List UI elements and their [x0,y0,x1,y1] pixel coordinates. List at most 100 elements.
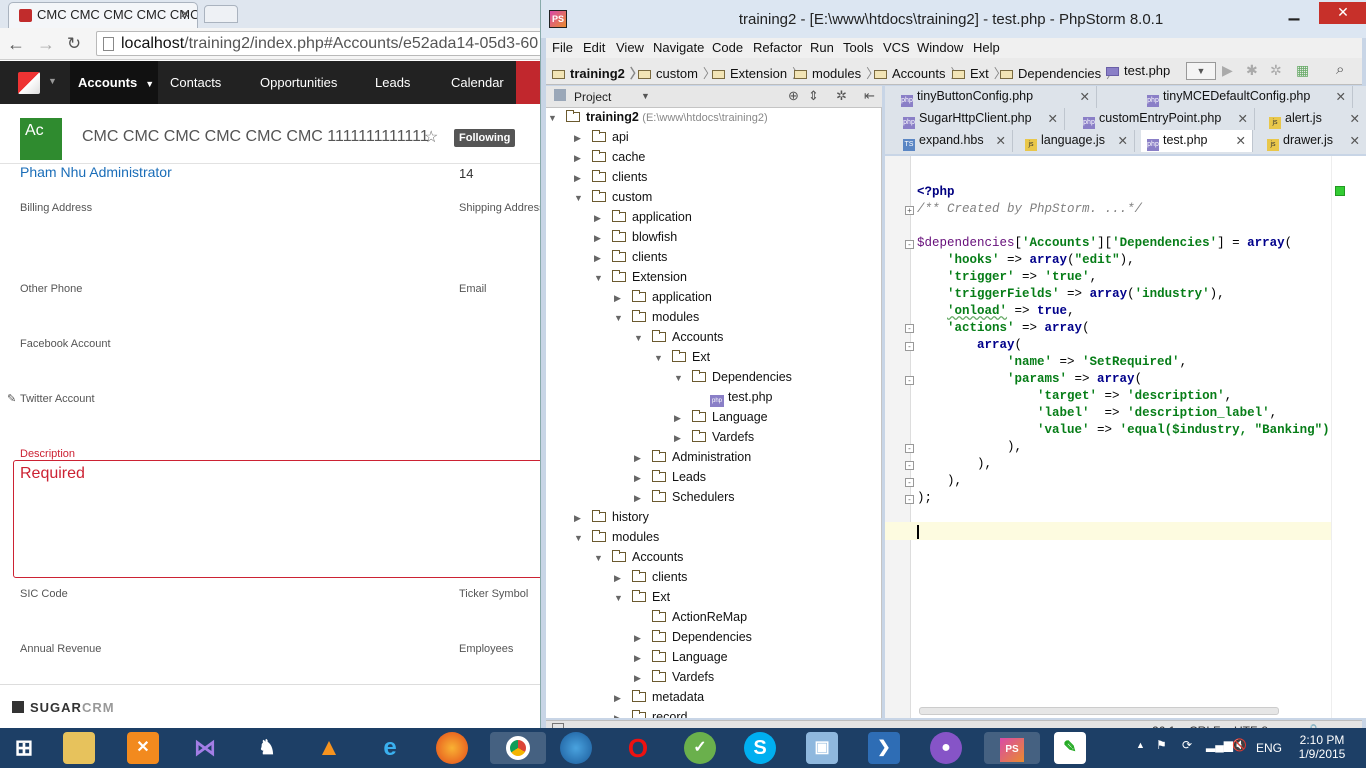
clock[interactable]: 2:10 PM 1/9/2015 [1296,733,1348,761]
file-explorer-icon[interactable] [63,732,95,764]
editor-tab[interactable]: php tinyButtonConfig.php ✕ [895,86,1097,108]
close-icon[interactable]: ✕ [996,133,1006,148]
virtualbox-icon[interactable]: ▣ [806,732,838,764]
menu-run[interactable]: Run [810,40,834,55]
chevron-down-icon[interactable]: ▼ [641,91,650,101]
fold-collapse-icon[interactable]: - [905,376,914,385]
tree-node[interactable]: ▶ Schedulers [634,490,735,510]
firefox-icon[interactable] [436,732,468,764]
sync-icon[interactable]: ⟳ [1182,738,1192,752]
search-icon[interactable]: ⌕ [1336,61,1344,78]
editor-tab[interactable]: php customEntryPoint.php ✕ [1077,108,1255,130]
coverage-icon[interactable]: ✲ [1270,62,1282,79]
debug-icon[interactable]: ✱ [1246,62,1258,79]
tree-node[interactable]: ▶ Vardefs [674,430,754,450]
visual-studio-icon[interactable]: ⋈ [189,732,221,764]
following-button[interactable]: Following [454,129,516,147]
scroll-from-source-icon[interactable]: ⊕ [788,88,799,104]
tree-node[interactable]: ▼ modules [614,310,699,330]
skype-icon[interactable]: S [744,732,776,764]
run-icon[interactable]: ▶ [1222,62,1233,79]
forward-arrow-icon[interactable]: → [36,34,56,55]
menu-edit[interactable]: Edit [583,40,605,55]
menu-tools[interactable]: Tools [843,40,873,55]
nav-accounts[interactable]: Accounts ▼ [70,61,158,104]
tree-node[interactable]: ▶ cache [574,150,645,170]
opera-icon[interactable]: O [622,732,654,764]
hide-panel-icon[interactable]: ⇤ [864,88,875,104]
nav-overflow-tab[interactable] [516,61,540,104]
minimize-icon[interactable]: ▁ [1279,2,1309,24]
horizontal-scrollbar[interactable] [919,707,1279,715]
close-icon[interactable]: ✕ [1336,89,1346,104]
code-content[interactable]: <?php /** Created by PhpStorm. ...*/ $de… [917,184,1345,541]
signal-icon[interactable]: ▂▄▆ [1206,738,1233,752]
tree-node[interactable]: ActionReMap [634,610,747,630]
tree-node[interactable]: ▶ application [614,290,712,310]
editor-tab[interactable]: php tinyMCEDefaultConfig.php ✕ [1141,86,1353,108]
code-editor[interactable]: + - - - - - - - - <?php /** Created by P… [885,156,1366,718]
back-arrow-icon[interactable]: ← [6,34,26,55]
editor-tab-active[interactable]: php test.php ✕ [1141,130,1253,152]
address-bar[interactable]: localhost/training2/index.php#Accounts/e… [96,31,540,56]
greenshot-icon[interactable]: ✓ [684,732,716,764]
menu-refactor[interactable]: Refactor [753,40,802,55]
editor-tab[interactable]: js drawer.js ✕ [1261,130,1366,152]
close-icon[interactable]: ✕ [1350,133,1360,148]
menu-vcs[interactable]: VCS [883,40,910,55]
tree-node[interactable]: ▼ Ext [654,350,710,370]
fold-end-icon[interactable]: - [905,444,914,453]
tree-node[interactable]: ▶ Vardefs [634,670,714,690]
pencil-icon[interactable]: ✎ [7,392,16,405]
sdk-icon[interactable]: ▦ [1296,62,1309,79]
tree-root[interactable]: ▼ training2 (E:\www\htdocs\training2) [548,110,768,130]
menu-code[interactable]: Code [712,40,743,55]
safari-icon[interactable] [560,732,592,764]
tree-node[interactable]: ▶ blowfish [594,230,677,250]
menu-navigate[interactable]: Navigate [653,40,704,55]
powershell-icon[interactable]: ❯ [868,732,900,764]
close-icon[interactable]: ✕ [1350,111,1360,126]
fold-collapse-icon[interactable]: - [905,324,914,333]
xampp-icon[interactable]: ✕ [127,732,159,764]
network-error-icon[interactable]: ⚑ [1156,738,1167,752]
collapse-all-icon[interactable]: ⇕ [808,88,819,104]
description-textarea[interactable]: Required [13,460,540,578]
fiddler-icon[interactable]: ♞ [251,732,283,764]
reload-icon[interactable]: ↻ [64,34,84,54]
fold-end-icon[interactable]: - [905,461,914,470]
vlc-icon[interactable]: ▲ [313,732,345,764]
volume-muted-icon[interactable]: 🔇 [1232,738,1247,752]
sugar-cube-icon[interactable] [18,72,40,94]
windows-start-icon[interactable]: ⊞ [8,732,40,764]
tree-node[interactable]: ▼ Accounts [594,550,683,570]
close-icon[interactable]: ✕ [1118,133,1128,148]
tree-node[interactable]: ▶ clients [574,170,647,190]
tree-node[interactable]: ▶ api [574,130,629,150]
fold-expand-icon[interactable]: + [905,206,914,215]
nav-leads[interactable]: Leads [375,61,410,104]
fold-end-icon[interactable]: - [905,478,914,487]
close-icon[interactable]: ✕ [1048,111,1058,126]
chevron-down-icon[interactable]: ▼ [48,76,57,86]
menu-help[interactable]: Help [973,40,1000,55]
tree-node[interactable]: ▶ Dependencies [634,630,752,650]
fold-collapse-icon[interactable]: - [905,342,914,351]
fold-end-icon[interactable]: - [905,495,914,504]
new-tab-button[interactable] [204,5,238,23]
run-config-dropdown[interactable]: ▼ [1186,62,1216,80]
assigned-user-link[interactable]: Pham Nhu Administrator [20,164,172,180]
menu-view[interactable]: View [616,40,644,55]
tree-node[interactable]: ▼ Accounts [634,330,723,350]
tree-node[interactable]: ▶ metadata [614,690,704,710]
breadcrumb-item[interactable]: test.php [1106,63,1170,78]
breadcrumb-item[interactable]: training2 〉 [552,63,648,82]
breadcrumb-item[interactable]: modules 〉 [794,63,884,82]
tree-node[interactable]: ▶ history [574,510,649,530]
nav-opportunities[interactable]: Opportunities [260,61,337,104]
phpstorm-taskbar-button[interactable]: PS [984,732,1040,764]
tree-node[interactable]: ▶ Language [634,650,728,670]
tree-node[interactable]: ▶ clients [614,570,687,590]
close-window-icon[interactable]: ✕ [1319,2,1366,24]
breadcrumb-item[interactable]: custom 〉 [638,63,721,82]
